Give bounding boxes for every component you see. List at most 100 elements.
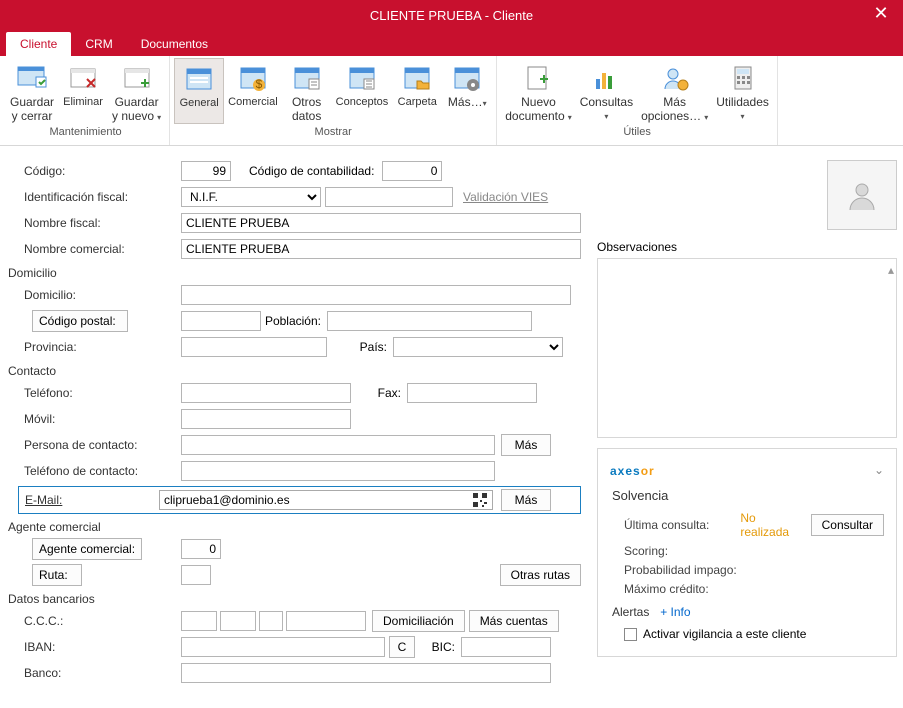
label-id-fiscal: Identificación fiscal: <box>6 190 181 204</box>
link-info-axesor[interactable]: + Info <box>660 605 690 619</box>
label-nombre-comercial: Nombre comercial: <box>6 242 181 256</box>
section-datos-bancarios: Datos bancarios <box>8 592 581 606</box>
btn-calc-iban[interactable]: C <box>389 636 415 658</box>
label-iban: IBAN: <box>6 640 181 654</box>
input-nombre-comercial[interactable] <box>181 239 581 259</box>
input-agente[interactable] <box>181 539 221 559</box>
btn-domiciliacion[interactable]: Domiciliación <box>372 610 465 632</box>
label-nombre-fiscal: Nombre fiscal: <box>6 216 181 230</box>
input-bic[interactable] <box>461 637 551 657</box>
checkbox-activar-vigilancia[interactable] <box>624 628 637 641</box>
ribbon-consultas[interactable]: Consultas▾ <box>576 58 637 124</box>
value-ultima-consulta: No realizada <box>740 511 800 539</box>
ribbon-label: Comercial <box>228 96 278 109</box>
scroll-up-icon[interactable]: ▴ <box>888 263 894 277</box>
input-iban[interactable] <box>181 637 385 657</box>
save-new-icon <box>120 62 154 96</box>
ribbon-nuevo-documento[interactable]: Nuevo documento ▾ <box>501 58 575 124</box>
select-id-fiscal-type[interactable]: N.I.F. <box>181 187 321 207</box>
input-codigo[interactable] <box>181 161 231 181</box>
ribbon-carpeta[interactable]: Carpeta <box>392 58 442 124</box>
user-settings-icon <box>658 62 692 96</box>
qr-icon[interactable] <box>471 491 489 509</box>
new-document-icon <box>521 62 555 96</box>
label-domicilio: Domicilio: <box>6 288 181 302</box>
avatar-icon <box>845 178 879 212</box>
label-codigo-cont: Código de contabilidad: <box>249 164 374 178</box>
ribbon-guardar-cerrar[interactable]: Guardar y cerrar <box>6 58 58 124</box>
label-observaciones: Observaciones <box>597 240 897 254</box>
input-codigo-postal[interactable] <box>181 311 261 331</box>
folder-icon <box>400 62 434 96</box>
label-poblacion: Población: <box>261 314 321 328</box>
input-poblacion[interactable] <box>327 311 532 331</box>
link-validacion-vies[interactable]: Validación VIES <box>463 190 548 204</box>
ribbon-otros-datos[interactable]: Otros datos <box>282 58 332 124</box>
input-banco[interactable] <box>181 663 551 683</box>
btn-ruta[interactable]: Ruta: <box>32 564 82 586</box>
ribbon-mas-mostrar[interactable]: Más…▾ <box>442 58 492 124</box>
label-max-credito: Máximo crédito: <box>624 582 754 596</box>
btn-consultar[interactable]: Consultar <box>811 514 884 536</box>
label-telefono-contacto: Teléfono de contacto: <box>6 464 181 478</box>
calculator-icon <box>726 62 760 96</box>
row-email-highlight: E-Mail: Más <box>18 486 581 514</box>
ribbon: Guardar y cerrar Eliminar Guardar y nuev… <box>0 56 903 146</box>
section-domicilio: Domicilio <box>8 266 581 280</box>
tab-cliente[interactable]: Cliente <box>6 32 71 56</box>
ribbon-guardar-nuevo[interactable]: Guardar y nuevo ▾ <box>108 58 165 124</box>
input-provincia[interactable] <box>181 337 327 357</box>
btn-mas-email[interactable]: Más <box>501 489 551 511</box>
input-telefono[interactable] <box>181 383 351 403</box>
btn-codigo-postal[interactable]: Código postal: <box>32 310 128 332</box>
input-domicilio[interactable] <box>181 285 571 305</box>
chevron-down-icon[interactable]: ⌄ <box>874 463 884 477</box>
ribbon-label: Conceptos <box>336 96 389 109</box>
commercial-icon: $ <box>236 62 270 96</box>
titlebar: CLIENTE PRUEBA - Cliente ✕ <box>0 0 903 30</box>
btn-otras-rutas[interactable]: Otras rutas <box>500 564 581 586</box>
close-icon[interactable]: ✕ <box>869 3 893 24</box>
btn-mas-cuentas[interactable]: Más cuentas <box>469 610 559 632</box>
input-id-fiscal-num[interactable] <box>325 187 453 207</box>
ribbon-group-label: Mantenimiento <box>49 124 121 140</box>
tab-documentos[interactable]: Documentos <box>127 32 222 56</box>
input-ccc2[interactable] <box>220 611 256 631</box>
ribbon-label: Carpeta <box>398 96 437 109</box>
client-photo-box[interactable] <box>827 160 897 230</box>
label-email: E-Mail: <box>19 493 159 507</box>
textarea-observaciones[interactable]: ▴ <box>597 258 897 438</box>
label-scoring: Scoring: <box>624 544 754 558</box>
btn-agente-comercial[interactable]: Agente comercial: <box>32 538 142 560</box>
input-ruta[interactable] <box>181 565 211 585</box>
ribbon-group-label: Útiles <box>623 124 651 140</box>
more-icon <box>450 62 484 96</box>
btn-mas-contactos[interactable]: Más <box>501 434 551 456</box>
section-contacto: Contacto <box>8 364 581 378</box>
label-pais: País: <box>327 340 387 354</box>
ribbon-utilidades[interactable]: Utilidades▾ <box>712 58 773 124</box>
label-ultima-consulta: Última consulta: <box>624 518 740 532</box>
ribbon-general[interactable]: General <box>174 58 224 124</box>
input-ccc4[interactable] <box>286 611 366 631</box>
concepts-icon <box>345 62 379 96</box>
ribbon-comercial[interactable]: $ Comercial <box>224 58 282 124</box>
input-fax[interactable] <box>407 383 537 403</box>
ribbon-conceptos[interactable]: Conceptos <box>332 58 393 124</box>
ribbon-mas-opciones[interactable]: Más opciones… ▾ <box>637 58 712 124</box>
chart-icon <box>589 62 623 96</box>
input-nombre-fiscal[interactable] <box>181 213 581 233</box>
svg-text:$: $ <box>256 77 263 91</box>
tab-crm[interactable]: CRM <box>71 32 126 56</box>
input-movil[interactable] <box>181 409 351 429</box>
input-telefono-contacto[interactable] <box>181 461 495 481</box>
input-codigo-cont[interactable] <box>382 161 442 181</box>
input-ccc1[interactable] <box>181 611 217 631</box>
other-data-icon <box>290 62 324 96</box>
select-pais[interactable] <box>393 337 563 357</box>
ribbon-eliminar[interactable]: Eliminar <box>58 58 108 124</box>
input-persona-contacto[interactable] <box>181 435 495 455</box>
input-email[interactable] <box>159 490 493 510</box>
panel-axesor: axesor ⌄ Solvencia Última consulta: No r… <box>597 448 897 657</box>
input-ccc3[interactable] <box>259 611 283 631</box>
